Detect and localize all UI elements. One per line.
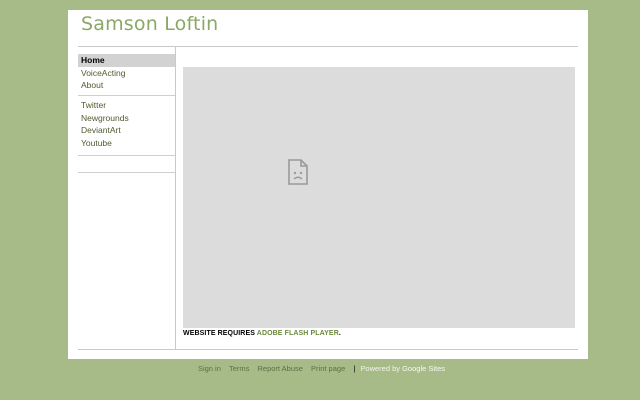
sidebar-item-youtube[interactable]: Youtube — [78, 137, 175, 150]
sidebar-item-about[interactable]: About — [78, 79, 175, 92]
sidebar-item-home[interactable]: Home — [78, 54, 175, 67]
sidebar-primary-nav: Home VoiceActing About — [78, 54, 175, 92]
broken-plugin-icon — [288, 159, 308, 185]
sidebar-links-nav: Twitter Newgrounds DeviantArt Youtube — [78, 99, 175, 149]
footer-report-abuse-link[interactable]: Report Abuse — [258, 364, 303, 373]
footer-google-sites-link[interactable]: Google Sites — [402, 364, 445, 373]
footer-powered-by: Powered by — [360, 364, 400, 373]
flash-note-prefix: WEBSITE REQUIRES — [183, 330, 257, 337]
footer-sign-in-link[interactable]: Sign in — [198, 364, 221, 373]
site-title[interactable]: Samson Loftin — [81, 13, 218, 35]
adobe-flash-link[interactable]: ADOBE FLASH PLAYER — [257, 330, 339, 337]
sidebar: Home VoiceActing About Twitter Newground… — [78, 47, 176, 350]
sidebar-item-twitter[interactable]: Twitter — [78, 99, 175, 112]
footer-separator: | — [353, 364, 356, 373]
site-footer: Sign in Terms Report Abuse Print page | … — [0, 364, 640, 373]
flash-note-suffix: . — [338, 330, 341, 337]
footer-divider — [78, 349, 578, 350]
sidebar-item-voiceacting[interactable]: VoiceActing — [78, 67, 175, 80]
flash-requirement-note: WEBSITE REQUIRES ADOBE FLASH PLAYER. — [183, 330, 341, 337]
sidebar-item-newgrounds[interactable]: Newgrounds — [78, 112, 175, 125]
sidebar-divider — [78, 155, 175, 156]
sidebar-divider — [78, 172, 175, 173]
page-container: Samson Loftin Home VoiceActing About Twi… — [68, 10, 588, 359]
sidebar-divider — [78, 95, 175, 96]
footer-terms-link[interactable]: Terms — [229, 364, 249, 373]
footer-print-page-link[interactable]: Print page — [311, 364, 345, 373]
flash-embed-area[interactable] — [183, 67, 575, 328]
sidebar-item-deviantart[interactable]: DeviantArt — [78, 124, 175, 137]
